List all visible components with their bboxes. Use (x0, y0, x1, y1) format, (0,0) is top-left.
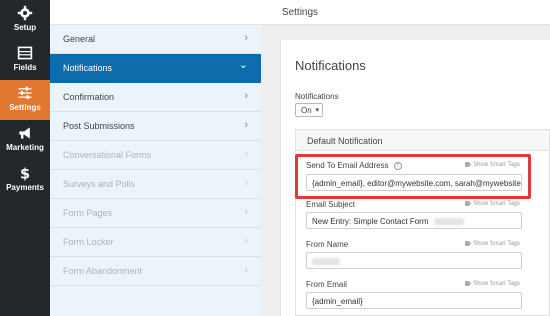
nav-item-surveys-and-polls[interactable]: Surveys and Polls › (50, 170, 261, 199)
smart-tags-label: Show Smart Tags (473, 241, 520, 248)
sliders-icon (18, 86, 32, 100)
smart-tags-label: Show Smart Tags (473, 201, 520, 208)
tag-icon (465, 241, 472, 246)
email-subject-label: Email Subject (306, 200, 355, 209)
nav-item-confirmation[interactable]: Confirmation › (50, 83, 261, 112)
nav-item-label: Surveys and Polls (63, 179, 136, 189)
page-title: Settings (281, 7, 319, 18)
sidebar-item-settings[interactable]: Settings (0, 80, 50, 120)
from-name-field[interactable] (306, 252, 522, 269)
section-heading: Notifications (295, 58, 366, 73)
chevron-right-icon: › (244, 90, 248, 102)
dollar-icon: $ (20, 167, 30, 181)
admin-sidebar: Setup Fields Settings Marketing $ Paymen… (0, 0, 50, 316)
nav-item-label: Form Locker (63, 237, 114, 247)
field-value: {admin_email} (312, 297, 363, 306)
chevron-right-icon: › (244, 206, 248, 218)
tag-icon (465, 201, 472, 206)
nav-item-label: Form Pages (63, 208, 113, 218)
chevron-down-icon: ⌄ (238, 59, 248, 71)
smart-tags-label: Show Smart Tags (473, 281, 520, 288)
settings-nav: General › Notifications ⌄ Confirmation ›… (50, 25, 261, 316)
show-smart-tags-link[interactable]: Show Smart Tags (465, 201, 520, 207)
notifications-toggle-label: Notifications (295, 92, 339, 101)
chevron-right-icon: › (244, 119, 248, 131)
select-value: On (301, 106, 312, 115)
gear-icon (17, 5, 33, 21)
list-icon (17, 46, 33, 60)
field-value: New Entry: Simple Contact Form (312, 217, 429, 226)
show-smart-tags-link[interactable]: Show Smart Tags (465, 281, 520, 287)
chevron-right-icon: › (244, 32, 248, 44)
nav-item-label: Post Submissions (63, 121, 135, 131)
nav-item-form-abandonment[interactable]: Form Abandonment › (50, 257, 261, 286)
sidebar-item-label: Settings (9, 103, 41, 112)
redacted-text (433, 218, 464, 226)
nav-item-general[interactable]: General › (50, 25, 261, 54)
notifications-select[interactable]: On ▾ (295, 103, 323, 117)
svg-text:$: $ (20, 167, 30, 181)
top-header: Settings (50, 0, 550, 25)
sidebar-item-label: Setup (13, 23, 37, 32)
sidebar-item-fields[interactable]: Fields (0, 40, 50, 80)
email-subject-field[interactable]: New Entry: Simple Contact Form (306, 212, 522, 229)
nav-item-label: Notifications (63, 63, 113, 73)
notification-panel-title: Default Notification (307, 136, 383, 146)
nav-item-form-pages[interactable]: Form Pages › (50, 199, 261, 228)
chevron-down-icon: ▾ (315, 107, 319, 114)
tag-icon (465, 281, 472, 286)
highlight-box (295, 154, 531, 199)
sidebar-item-setup[interactable]: Setup (0, 0, 50, 40)
nav-item-form-locker[interactable]: Form Locker › (50, 228, 261, 257)
sidebar-item-label: Marketing (6, 143, 44, 152)
sidebar-item-label: Fields (13, 63, 37, 72)
nav-item-label: Form Abandonment (63, 266, 143, 276)
redacted-text (312, 258, 340, 266)
sidebar-item-payments[interactable]: $ Payments (0, 160, 50, 200)
chevron-right-icon: › (244, 264, 248, 276)
chevron-right-icon: › (244, 148, 248, 160)
show-smart-tags-link[interactable]: Show Smart Tags (465, 241, 520, 247)
megaphone-icon (19, 127, 30, 139)
field-label-text: From Email (306, 280, 347, 289)
field-label-text: Email Subject (306, 200, 355, 209)
chevron-right-icon: › (244, 235, 248, 247)
notification-panel-header[interactable]: Default Notification (295, 129, 550, 151)
nav-item-conversational-forms[interactable]: Conversational Forms › (50, 141, 261, 170)
nav-item-label: Confirmation (63, 92, 115, 102)
nav-item-post-submissions[interactable]: Post Submissions › (50, 112, 261, 141)
from-name-label: From Name (306, 240, 348, 249)
nav-item-label: Conversational Forms (63, 150, 152, 160)
sidebar-item-label: Payments (6, 183, 44, 192)
from-email-label: From Email (306, 280, 347, 289)
sidebar-item-marketing[interactable]: Marketing (0, 120, 50, 160)
nav-item-label: General (63, 34, 96, 44)
nav-item-notifications[interactable]: Notifications ⌄ (50, 54, 261, 83)
chevron-right-icon: › (244, 177, 248, 189)
from-email-field[interactable]: {admin_email} (306, 292, 522, 309)
field-label-text: From Name (306, 240, 349, 249)
